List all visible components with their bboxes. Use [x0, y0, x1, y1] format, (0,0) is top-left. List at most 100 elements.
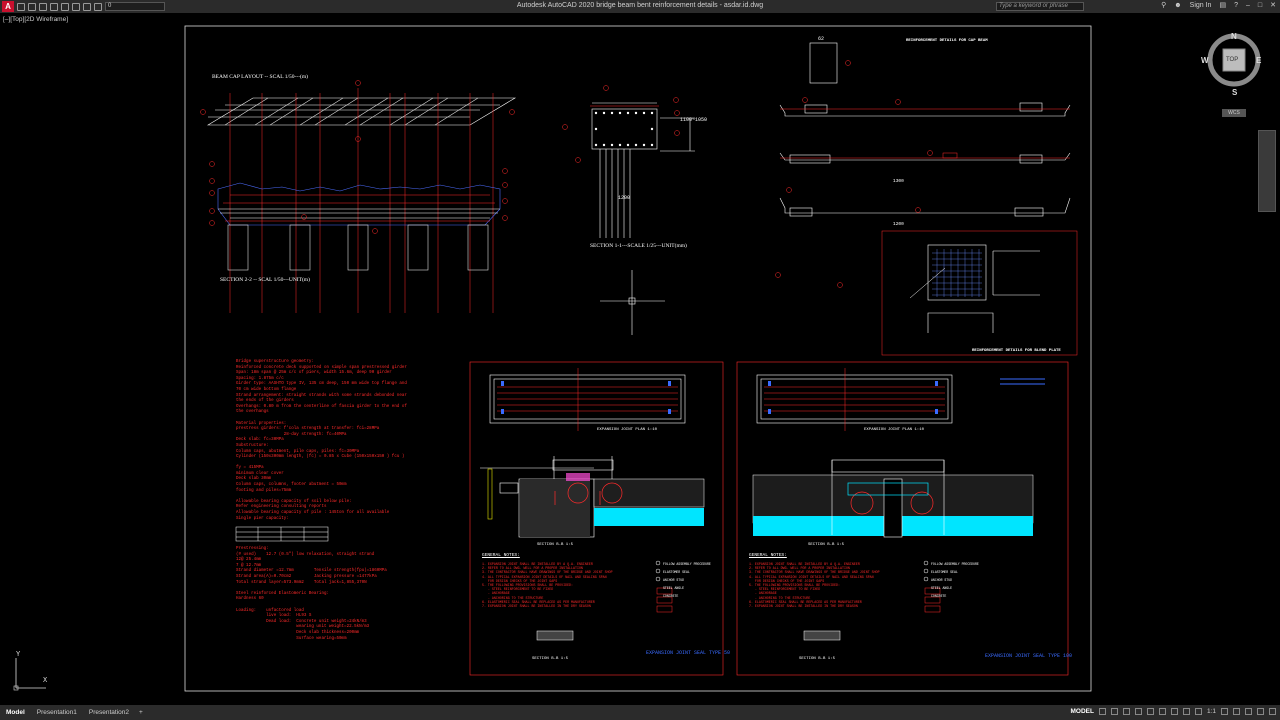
legend-left: FOLLOW ASSEMBLY PROCEDURE ELASTOMER SEAL A…	[663, 560, 711, 600]
right-blue-legend	[1000, 378, 1045, 385]
notes-table	[235, 526, 329, 542]
exp-joint-left-bars	[497, 368, 678, 431]
ucs-y-label: Y	[16, 651, 21, 659]
crosshair-cursor	[600, 270, 665, 335]
layer-state-icon[interactable]	[94, 2, 102, 11]
section-label-left: SECTION B-B 1:5	[537, 543, 574, 547]
wcs-menu[interactable]: WCS	[1222, 109, 1246, 117]
save-as-icon[interactable]	[50, 2, 58, 11]
model-space-toggle[interactable]: MODEL	[1070, 708, 1093, 715]
general-note-line: 3. THE CONTRACTOR SHALL HAVE DRAWINGS OF…	[482, 570, 613, 575]
layer-dropdown[interactable]: 0	[105, 2, 165, 11]
tab-model[interactable]: Model	[0, 705, 31, 720]
section-22-title: SECTION 2-2 -- SCAL 1/50---UNIT(m)	[220, 277, 310, 283]
legend-item: CONCRETE	[931, 594, 947, 598]
osnap-icon[interactable]	[1146, 708, 1154, 715]
note-line: Total strand layer=573.9mm2 Total jack=1…	[236, 580, 367, 585]
viewcube[interactable]: N S W E TOP	[1201, 33, 1261, 112]
section-label-right: SECTION B-B 1:5	[808, 543, 845, 547]
exp-plan-label-left: EXPANSION JOINT PLAN 1:10	[597, 428, 658, 432]
selection-cycling-icon[interactable]	[1182, 708, 1190, 715]
section-11-title: SECTION 1-1---SCALE 1/25---UNIT(mm)	[590, 243, 687, 249]
legend-item: ELASTOMER SEAL	[663, 570, 690, 574]
exchange-icon[interactable]: ▤	[1219, 1, 1226, 9]
reinf-markers	[775, 60, 1070, 288]
undo-icon[interactable]	[72, 2, 80, 11]
isolate-objects-icon[interactable]	[1233, 708, 1240, 715]
annotation-visibility-icon[interactable]	[1194, 708, 1202, 715]
add-layout-tab[interactable]: +	[135, 709, 147, 716]
legend-item: FOLLOW ASSEMBLY PROCEDURE	[931, 562, 979, 566]
clean-screen-icon[interactable]	[1257, 708, 1264, 715]
general-note-line: 3. THE CONTRACTOR SHALL HAVE DRAWINGS OF…	[749, 570, 880, 575]
transparency-icon[interactable]	[1170, 708, 1178, 715]
beam-cap-layout	[206, 97, 517, 126]
reinf-cap-beam	[779, 42, 1071, 217]
exp-left-concrete-fill	[520, 479, 590, 537]
compass-south[interactable]: S	[1232, 89, 1237, 97]
drawing-canvas[interactable]: BEAM CAP LAYOUT -- SCAL 1/50---(m) SECTI…	[0, 13, 1280, 705]
legend-item: STEEL ANGLE	[663, 586, 685, 590]
status-bar: Model Presentation1 Presentation2 + MODE…	[0, 705, 1280, 720]
ucs-x-label: X	[43, 677, 48, 685]
compass-west[interactable]: W	[1201, 57, 1209, 65]
minimize-button[interactable]: –	[1246, 2, 1250, 9]
general-note-line: 7. EXPANSION JOINT SHALL BE INSTALLED IN…	[482, 604, 591, 609]
quick-access-toolbar: A 0	[0, 0, 165, 13]
legend-item: ELASTOMER SEAL	[931, 570, 958, 574]
tab-presentation2[interactable]: Presentation2	[83, 705, 135, 720]
annotation-scale[interactable]: 1:1	[1207, 708, 1216, 715]
general-notes-right: GENERAL NOTES:	[749, 553, 787, 558]
polar-icon[interactable]	[1134, 708, 1142, 715]
legend-item: CONCRETE	[663, 594, 679, 598]
autocad-logo-icon[interactable]: A	[2, 1, 14, 12]
title-bar: A 0 Autodesk AutoCAD 2020 bridge beam be…	[0, 0, 1280, 13]
grid-icon[interactable]	[1098, 708, 1106, 715]
note-line: Cylinder (150x300mm length, (fc) = 0.85 …	[236, 455, 405, 460]
hardware-acceleration-icon[interactable]	[1245, 708, 1252, 715]
dim-1300: 1300	[893, 179, 904, 184]
section-22-bars	[223, 194, 495, 222]
legend-item: ANCHOR STUD	[663, 578, 685, 582]
plot-icon[interactable]	[61, 2, 69, 11]
customization-menu-icon[interactable]	[1269, 708, 1276, 715]
legend-item: STEEL ANGLE	[931, 586, 953, 590]
ucs-icon: Y X	[10, 652, 55, 692]
legend-item: FOLLOW ASSEMBLY PROCEDURE	[663, 562, 711, 566]
snap-icon[interactable]	[1110, 708, 1118, 715]
section-11-dim2: 1200	[618, 195, 631, 201]
lineweight-icon[interactable]	[1158, 708, 1166, 715]
save-icon[interactable]	[39, 2, 47, 11]
workspace-gear-icon[interactable]	[1221, 708, 1228, 715]
reinf-title-top: REINFORCEMENT DETAILS FOR CAP BEAM	[906, 39, 988, 43]
beam-cap-title: BEAM CAP LAYOUT -- SCAL 1/50---(m)	[212, 74, 308, 80]
help-icon[interactable]: ?	[1234, 2, 1238, 9]
search-icon[interactable]: ⚲	[1161, 1, 1166, 9]
compass-north[interactable]: N	[1231, 33, 1237, 41]
maximize-button[interactable]: □	[1258, 2, 1262, 9]
section-22-pier	[217, 182, 501, 271]
section-label-left-2: SECTION B-B 1:5	[532, 657, 569, 661]
tab-presentation1[interactable]: Presentation1	[31, 705, 83, 720]
search-input[interactable]: Type a keyword or phrase	[996, 2, 1084, 11]
ortho-icon[interactable]	[1122, 708, 1130, 715]
general-note-line: 7. EXPANSION JOINT SHALL BE INSTALLED IN…	[749, 604, 858, 609]
redo-icon[interactable]	[83, 2, 91, 11]
navigation-bar[interactable]	[1258, 130, 1276, 212]
compass-east[interactable]: E	[1256, 57, 1261, 65]
gn-lines-left: 1. EXPANSION JOINT SHALL BE INSTALLED BY…	[482, 562, 613, 608]
section-11-dim1: 1100~1050	[680, 117, 708, 123]
section-11	[591, 102, 695, 238]
user-icon[interactable]: ☻	[1174, 2, 1181, 9]
sign-in-link[interactable]: Sign In	[1190, 2, 1212, 9]
close-button[interactable]: ✕	[1270, 1, 1276, 9]
blend-plate-frame	[881, 230, 1078, 356]
notes-left-block-2: Prestressing: (# used) 12.7 (0.5") low re…	[236, 547, 387, 642]
open-file-icon[interactable]	[28, 2, 36, 11]
notes-left-block: Bridge superstructure geometry: Reinforce…	[236, 360, 407, 522]
new-file-icon[interactable]	[17, 2, 25, 11]
note-line: Allowable bearing capacity of pile : 145…	[236, 511, 390, 516]
general-notes-left: GENERAL NOTES:	[482, 553, 520, 558]
exp-left-water-fill	[594, 508, 704, 526]
note-line: Single pier capacity:	[236, 516, 289, 521]
